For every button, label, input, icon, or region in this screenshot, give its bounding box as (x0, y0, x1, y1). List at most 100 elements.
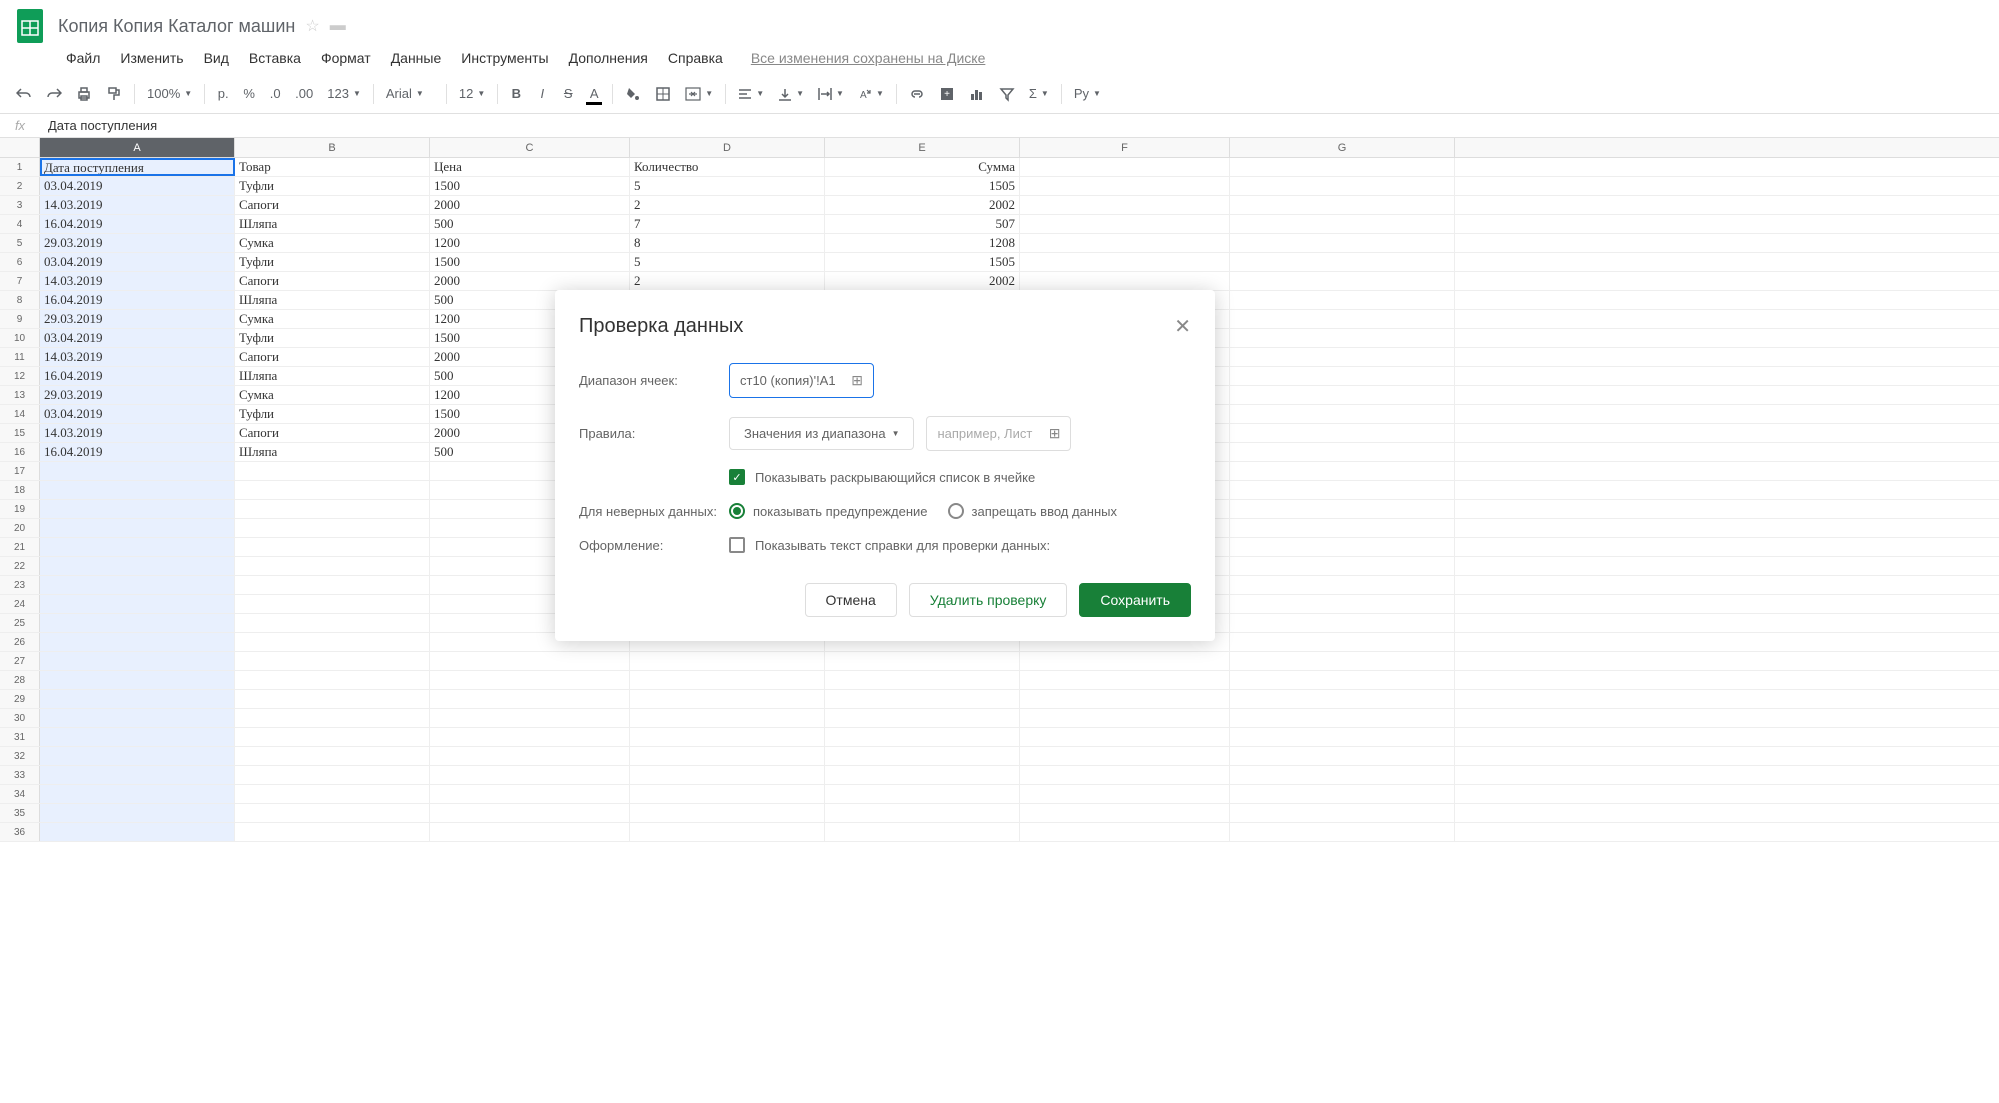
cell[interactable]: 03.04.2019 (40, 177, 235, 195)
row-header[interactable]: 17 (0, 462, 40, 480)
cell[interactable]: 1505 (825, 253, 1020, 271)
cell[interactable] (825, 766, 1020, 784)
cell[interactable] (235, 557, 430, 575)
paint-format-button[interactable] (100, 81, 128, 107)
row-header[interactable]: 25 (0, 614, 40, 632)
cell[interactable]: 29.03.2019 (40, 310, 235, 328)
row-header[interactable]: 30 (0, 709, 40, 727)
row-header[interactable]: 13 (0, 386, 40, 404)
row-header[interactable]: 10 (0, 329, 40, 347)
cell[interactable] (1230, 519, 1455, 537)
cell[interactable]: 2000 (430, 272, 630, 290)
row-header[interactable]: 33 (0, 766, 40, 784)
cell[interactable]: Туфли (235, 177, 430, 195)
cell[interactable] (235, 804, 430, 822)
functions-button[interactable]: Σ▼ (1023, 84, 1055, 103)
cell[interactable] (235, 538, 430, 556)
row-header[interactable]: 28 (0, 671, 40, 689)
cell[interactable] (1230, 481, 1455, 499)
cell[interactable] (1230, 310, 1455, 328)
cell[interactable] (1230, 690, 1455, 708)
cell[interactable]: Шляпа (235, 215, 430, 233)
cell[interactable] (235, 500, 430, 518)
cell[interactable] (40, 633, 235, 651)
cell[interactable] (235, 766, 430, 784)
column-header-G[interactable]: G (1230, 138, 1455, 157)
cell[interactable] (1230, 215, 1455, 233)
row-header[interactable]: 19 (0, 500, 40, 518)
cell[interactable] (630, 690, 825, 708)
language-button[interactable]: Ру▼ (1068, 84, 1107, 103)
cell[interactable] (630, 652, 825, 670)
document-title[interactable]: Копия Копия Каталог машин (58, 16, 295, 37)
cell[interactable]: Туфли (235, 253, 430, 271)
menu-item-4[interactable]: Формат (313, 46, 379, 70)
criteria-range-input[interactable]: например, Лист ⊞ (926, 416, 1071, 451)
row-header[interactable]: 8 (0, 291, 40, 309)
cell[interactable] (235, 462, 430, 480)
cell[interactable] (235, 690, 430, 708)
cell[interactable] (430, 671, 630, 689)
row-header[interactable]: 22 (0, 557, 40, 575)
row-header[interactable]: 34 (0, 785, 40, 803)
row-header[interactable]: 2 (0, 177, 40, 195)
decrease-decimal-button[interactable]: .0 (263, 81, 287, 107)
column-header-F[interactable]: F (1020, 138, 1230, 157)
cell[interactable]: Туфли (235, 329, 430, 347)
cell[interactable]: Количество (630, 158, 825, 176)
redo-button[interactable] (40, 81, 68, 107)
cell[interactable] (40, 785, 235, 803)
select-all-corner[interactable] (0, 138, 40, 157)
undo-button[interactable] (10, 81, 38, 107)
column-header-B[interactable]: B (235, 138, 430, 157)
cell[interactable] (1230, 462, 1455, 480)
increase-decimal-button[interactable]: .00 (289, 81, 319, 107)
cell[interactable] (630, 823, 825, 841)
cell[interactable] (235, 671, 430, 689)
text-wrap-button[interactable]: ▼ (812, 85, 850, 103)
cell[interactable] (40, 614, 235, 632)
cell[interactable] (1230, 196, 1455, 214)
cell[interactable]: 1200 (430, 234, 630, 252)
cell[interactable]: 1208 (825, 234, 1020, 252)
row-header[interactable]: 32 (0, 747, 40, 765)
cell[interactable]: Дата поступления (40, 158, 235, 176)
insert-chart-button[interactable] (963, 81, 991, 107)
cell[interactable] (1020, 158, 1230, 176)
cell[interactable] (1020, 234, 1230, 252)
cell[interactable]: 1505 (825, 177, 1020, 195)
cell[interactable]: 2 (630, 272, 825, 290)
close-icon[interactable]: ✕ (1174, 314, 1191, 339)
show-warning-radio[interactable]: показывать предупреждение (729, 503, 928, 519)
column-header-C[interactable]: C (430, 138, 630, 157)
row-header[interactable]: 11 (0, 348, 40, 366)
cell[interactable] (40, 500, 235, 518)
cell[interactable] (1230, 405, 1455, 423)
row-header[interactable]: 5 (0, 234, 40, 252)
row-header[interactable]: 35 (0, 804, 40, 822)
cell[interactable]: 16.04.2019 (40, 291, 235, 309)
menu-item-1[interactable]: Изменить (112, 46, 191, 70)
cell[interactable] (235, 785, 430, 803)
cell[interactable]: 5 (630, 253, 825, 271)
strikethrough-button[interactable]: S (556, 81, 580, 107)
row-header[interactable]: 20 (0, 519, 40, 537)
cell[interactable] (1230, 614, 1455, 632)
cell[interactable] (235, 519, 430, 537)
cell[interactable] (1020, 177, 1230, 195)
cell[interactable] (630, 804, 825, 822)
cell[interactable] (235, 652, 430, 670)
cell[interactable] (630, 766, 825, 784)
cell[interactable] (40, 728, 235, 746)
cell[interactable] (40, 690, 235, 708)
cell[interactable] (40, 557, 235, 575)
cell[interactable] (430, 766, 630, 784)
cell[interactable] (825, 804, 1020, 822)
cell[interactable] (1230, 557, 1455, 575)
cell[interactable]: Шляпа (235, 367, 430, 385)
cell[interactable]: 8 (630, 234, 825, 252)
cell[interactable]: Сапоги (235, 196, 430, 214)
cell[interactable] (430, 709, 630, 727)
cell[interactable]: 14.03.2019 (40, 196, 235, 214)
zoom-select[interactable]: 100%▼ (141, 84, 198, 103)
